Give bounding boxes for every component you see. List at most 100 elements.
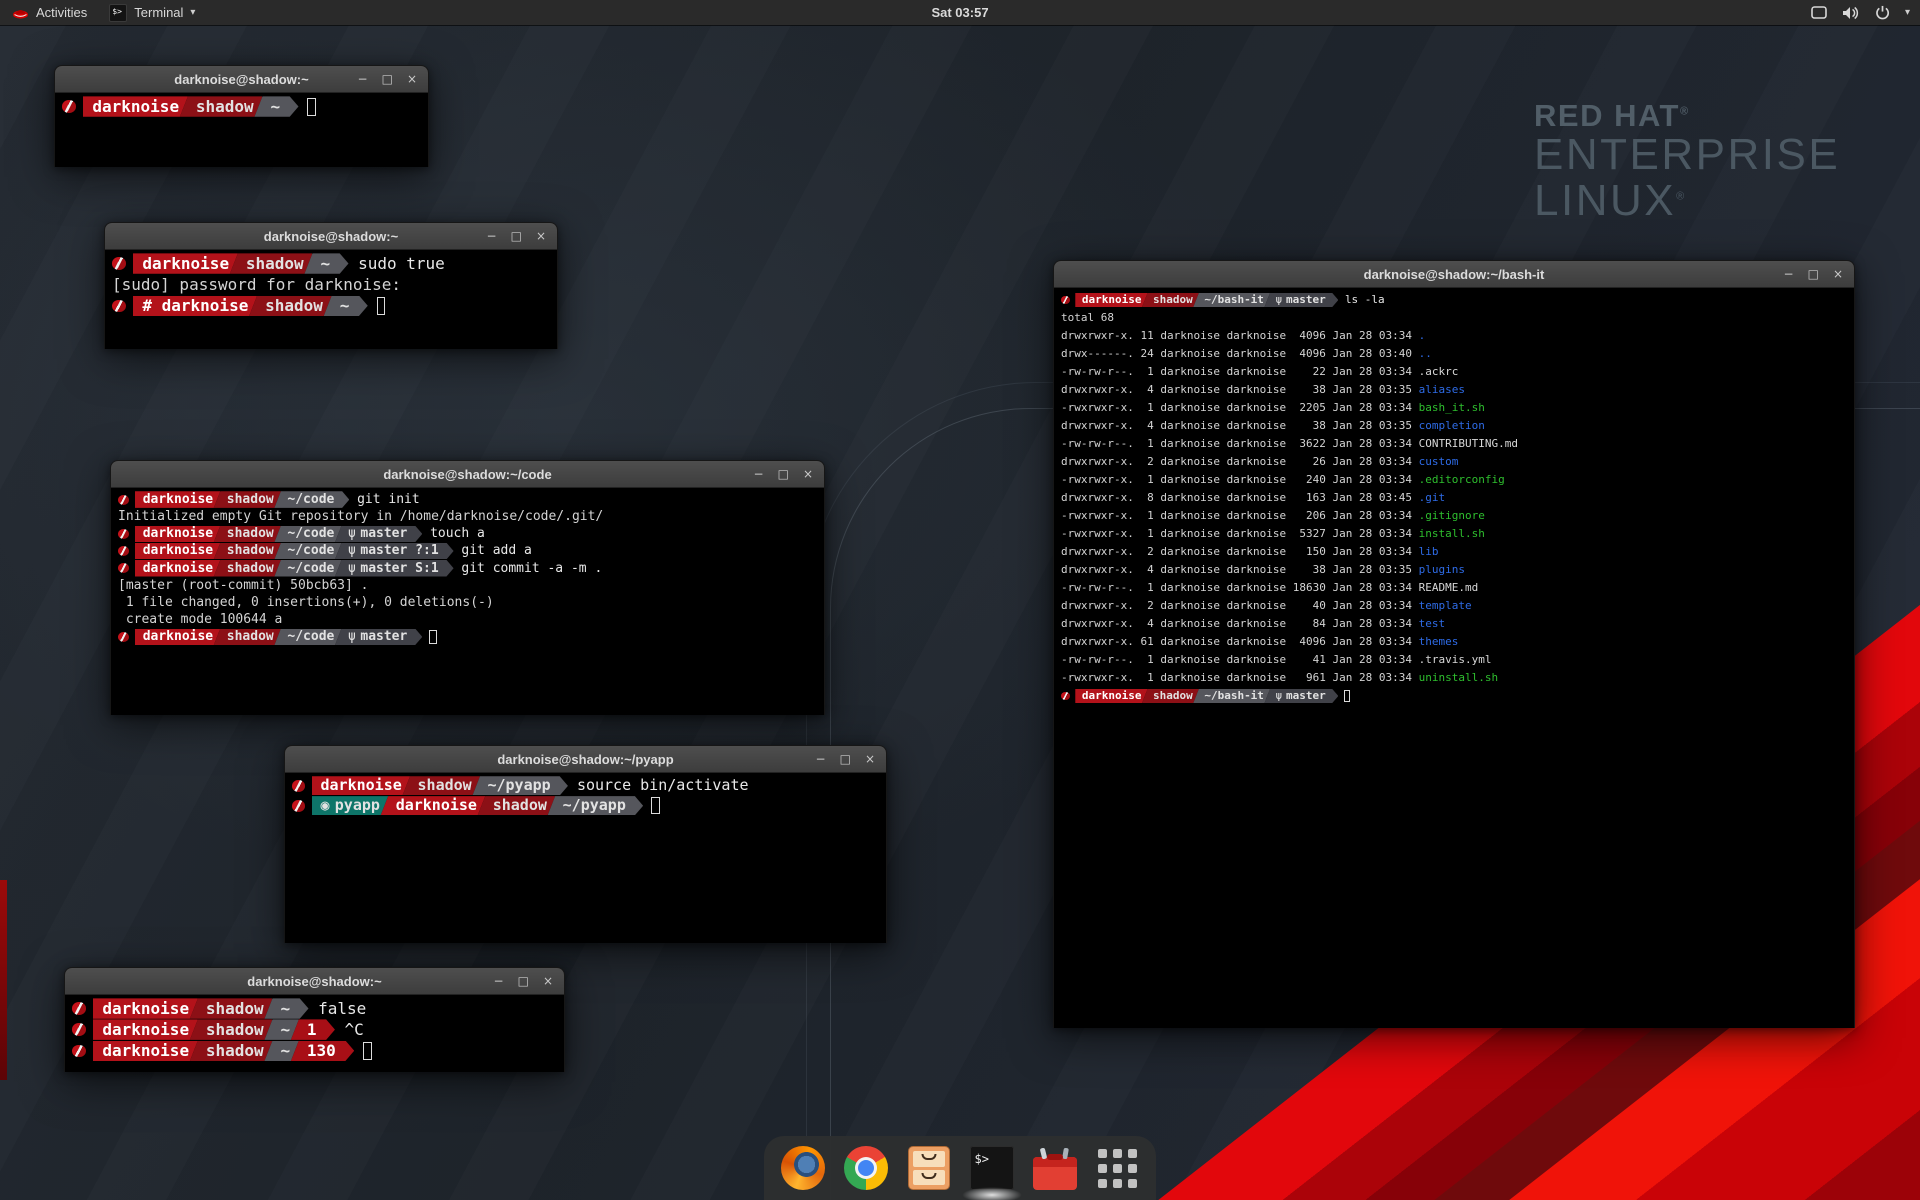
system-status-area[interactable]: ▾ — [1811, 0, 1910, 25]
ls-row: drwxrwxr-x. 4 darknoise darknoise 38 Jan… — [1061, 417, 1847, 435]
minimize-button[interactable]: − — [494, 975, 504, 987]
maximize-button[interactable]: □ — [840, 753, 851, 765]
maximize-button[interactable]: □ — [382, 73, 393, 85]
ls-row: drwxrwxr-x. 61 darknoise darknoise 4096 … — [1061, 633, 1847, 651]
close-button[interactable]: × — [803, 468, 813, 480]
prompt-segment: shadow — [478, 796, 555, 815]
file-name: test — [1419, 615, 1446, 633]
window-titlebar[interactable]: darknoise@shadow:~/bash-it − □ × — [1054, 261, 1854, 288]
dock-item-terminal[interactable]: $> — [969, 1144, 1015, 1192]
clock[interactable]: Sat 03:57 — [931, 5, 988, 20]
terminal-content[interactable]: darknoiseshadow~/codegit initInitialized… — [111, 488, 824, 715]
close-button[interactable]: × — [865, 753, 875, 765]
close-button[interactable]: × — [543, 975, 553, 987]
dock-item-chrome[interactable] — [843, 1144, 889, 1192]
terminal-cursor — [307, 98, 316, 116]
branch-icon: ψ — [1275, 687, 1282, 705]
prompt-segment: ~/bash-it — [1193, 689, 1270, 703]
dock-item-firefox[interactable] — [780, 1144, 826, 1192]
maximize-button[interactable]: □ — [1808, 268, 1819, 280]
terminal-content[interactable]: darknoiseshadow~sudo true[sudo] password… — [105, 250, 557, 349]
window-titlebar[interactable]: darknoise@shadow:~ −□× — [105, 223, 557, 250]
terminal-content[interactable]: darknoiseshadow~ — [55, 93, 428, 167]
activities-button[interactable]: Activities — [0, 0, 99, 25]
prompt-line: darknoiseshadow~false — [72, 998, 557, 1019]
file-name: .ackrc — [1419, 363, 1459, 381]
close-button[interactable]: × — [1833, 268, 1843, 280]
terminal-window-sudo[interactable]: darknoise@shadow:~ −□× darknoiseshadow~s… — [104, 222, 558, 349]
window-titlebar[interactable]: darknoise@shadow:~ −□× — [65, 968, 564, 995]
prompt-segment: darknoise — [93, 1019, 198, 1039]
window-titlebar[interactable]: darknoise@shadow:~/code − □ × — [111, 461, 824, 488]
branch-icon: ψ — [1275, 291, 1282, 309]
terminal-cursor — [363, 1042, 372, 1060]
brand-enterprise-text: ENTERPRISE — [1534, 132, 1840, 178]
file-name: completion — [1419, 417, 1485, 435]
file-name: .travis.yml — [1419, 651, 1492, 669]
terminal-window-home[interactable]: darknoise@shadow:~ −□× darknoiseshadow~ — [54, 65, 429, 167]
window-titlebar[interactable]: darknoise@shadow:~ −□× — [55, 66, 428, 93]
close-button[interactable]: × — [536, 230, 546, 242]
minimize-button[interactable]: − — [487, 230, 497, 242]
branch-icon: ψ — [348, 542, 356, 559]
dock: $> — [764, 1136, 1156, 1200]
minimize-button[interactable]: − — [358, 73, 368, 85]
dock-item-show-applications[interactable] — [1095, 1144, 1141, 1192]
maximize-button[interactable]: □ — [511, 230, 522, 242]
power-icon — [1875, 5, 1890, 20]
terminal-window-bash-it[interactable]: darknoise@shadow:~/bash-it − □ × darknoise… — [1053, 260, 1855, 1028]
redhat-icon — [118, 529, 129, 539]
terminal-icon: $> — [970, 1146, 1014, 1190]
chrome-icon — [844, 1146, 888, 1190]
display-icon — [1811, 6, 1827, 19]
command-text: sudo true — [358, 253, 445, 274]
firefox-icon — [781, 1146, 825, 1190]
maximize-button[interactable]: □ — [518, 975, 529, 987]
terminal-window-exit-codes[interactable]: darknoise@shadow:~ −□× darknoiseshadow~f… — [64, 967, 565, 1072]
topbar: Activities $> Terminal ▾ Sat 03:57 ▾ — [0, 0, 1920, 25]
prompt-segment: shadow — [1142, 689, 1199, 703]
dock-item-files[interactable] — [906, 1144, 952, 1192]
prompt-segment: ~/code — [274, 491, 349, 508]
terminal-window-pyapp[interactable]: darknoise@shadow:~/pyapp −□× darknoisesh… — [284, 745, 887, 943]
prompt-segment: ψmaster S:1 — [335, 560, 454, 577]
prompt-line: darknoiseshadow~1^C — [72, 1019, 557, 1040]
volume-icon — [1842, 6, 1860, 20]
prompt-segment: shadow — [1142, 293, 1199, 307]
prompt-segment: shadow — [230, 253, 313, 273]
ls-row: -rwxrwxr-x. 1 darknoise darknoise 240 Ja… — [1061, 471, 1847, 489]
terminal-cursor — [429, 630, 436, 645]
command-text: git commit -a -m . — [461, 560, 602, 577]
window-titlebar[interactable]: darknoise@shadow:~/pyapp −□× — [285, 746, 886, 773]
prompt-segment: ~/code — [274, 543, 341, 560]
file-name: .git — [1419, 489, 1446, 507]
terminal-cursor — [1344, 690, 1350, 702]
close-button[interactable]: × — [407, 73, 417, 85]
window-title: darknoise@shadow:~/bash-it — [1364, 267, 1545, 282]
file-name: bash_it.sh — [1419, 399, 1485, 417]
dock-item-toolbox[interactable] — [1032, 1144, 1078, 1192]
terminal-content[interactable]: darknoiseshadow~/bash-itψmasterls -latot… — [1054, 288, 1854, 1028]
ls-row: drwx------. 24 darknoise darknoise 4096 … — [1061, 345, 1847, 363]
ls-row: -rw-rw-r--. 1 darknoise darknoise 3622 J… — [1061, 435, 1847, 453]
prompt-segment: darknoise — [135, 526, 220, 543]
prompt-line: darknoiseshadow~/bash-itψmasterls -la — [1061, 291, 1847, 309]
focused-app-menu[interactable]: $> Terminal ▾ — [99, 0, 205, 25]
output-line: [sudo] password for darknoise: — [112, 274, 550, 295]
minimize-button[interactable]: − — [1784, 268, 1794, 280]
prompt-segment: ψmaster — [335, 629, 422, 646]
window-title: darknoise@shadow:~/code — [383, 467, 551, 482]
terminal-content[interactable]: darknoiseshadow~falsedarknoiseshadow~1^C… — [65, 995, 564, 1072]
prompt-segment: darknoise — [1075, 689, 1147, 703]
terminal-content[interactable]: darknoiseshadow~/pyappsource bin/activat… — [285, 773, 886, 943]
output-line: 1 file changed, 0 insertions(+), 0 delet… — [118, 594, 817, 611]
toolbox-icon — [1033, 1157, 1077, 1190]
minimize-button[interactable]: − — [816, 753, 826, 765]
output-line: total 68 — [1061, 309, 1847, 327]
prompt-segment: shadow — [249, 296, 332, 316]
minimize-button[interactable]: − — [754, 468, 764, 480]
maximize-button[interactable]: □ — [778, 468, 789, 480]
redhat-icon — [1061, 692, 1070, 701]
terminal-window-code[interactable]: darknoise@shadow:~/code − □ × darknoisesha… — [110, 460, 825, 715]
prompt-segment: ψmaster — [1264, 689, 1338, 703]
